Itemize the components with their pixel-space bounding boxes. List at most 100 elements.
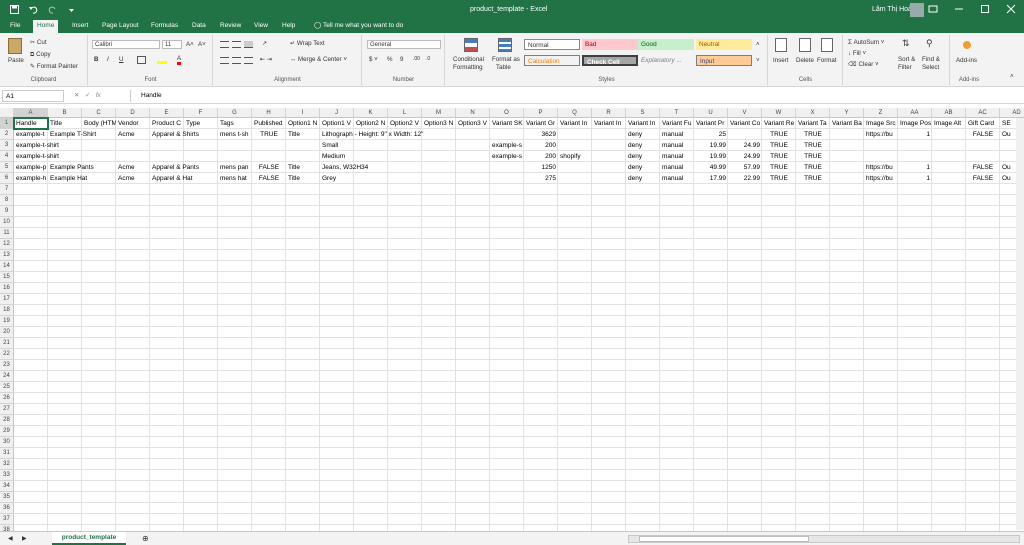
column-header-b[interactable]: B <box>48 108 82 118</box>
next-sheet-icon[interactable]: ▶ <box>22 535 27 542</box>
cell-x3[interactable]: TRUE <box>796 140 830 151</box>
row-header-28[interactable]: 28 <box>0 415 14 426</box>
row-header-16[interactable]: 16 <box>0 283 14 294</box>
cell-o1[interactable]: Variant SK <box>490 118 524 129</box>
cell-j2[interactable]: Lithograph - Height: 9" x Width: 12" <box>320 129 423 140</box>
row-header-32[interactable]: 32 <box>0 459 14 470</box>
style-neutral[interactable]: Neutral <box>696 39 752 50</box>
conditional-formatting-label[interactable]: Formatting <box>453 64 483 71</box>
tab-help[interactable]: Help <box>278 20 299 33</box>
increase-decimal-icon[interactable]: .00 <box>413 56 420 62</box>
column-header-x[interactable]: X <box>796 108 830 118</box>
undo-icon[interactable] <box>29 5 38 14</box>
cell-k1[interactable]: Option2 N <box>354 118 388 129</box>
cell-l1[interactable]: Option2 V <box>388 118 422 129</box>
number-format-dropdown[interactable]: General <box>367 40 441 49</box>
cell-t6[interactable]: manual <box>660 173 694 184</box>
horizontal-scrollbar[interactable] <box>628 535 1020 543</box>
row-header-11[interactable]: 11 <box>0 228 14 239</box>
copy-button[interactable]: ⧉ Copy <box>30 51 51 59</box>
cell-s1[interactable]: Variant In <box>626 118 660 129</box>
cell-x6[interactable]: TRUE <box>796 173 830 184</box>
cell-d6[interactable]: Acme <box>116 173 150 184</box>
row-header-37[interactable]: 37 <box>0 514 14 525</box>
indent-icon[interactable]: ⇤ ⇥ <box>260 56 272 63</box>
row-header-14[interactable]: 14 <box>0 261 14 272</box>
cell-g5[interactable]: mens pan <box>218 162 252 173</box>
cell-v1[interactable]: Variant Co <box>728 118 762 129</box>
cell-y1[interactable]: Variant Ba <box>830 118 864 129</box>
style-explanatory[interactable]: Explanatory ... <box>638 55 694 66</box>
cell-t1[interactable]: Variant Fu <box>660 118 694 129</box>
cell-j5[interactable]: Jeans, W32H34 <box>320 162 368 173</box>
column-header-z[interactable]: Z <box>864 108 898 118</box>
orientation-icon[interactable]: ↗ <box>262 40 267 47</box>
column-header-y[interactable]: Y <box>830 108 864 118</box>
cell-j4[interactable]: Medium <box>320 151 354 162</box>
close-icon[interactable] <box>1006 4 1016 14</box>
style-input[interactable]: Input <box>696 55 752 66</box>
cell-ac1[interactable]: Gift Card <box>966 118 1000 129</box>
cell-r1[interactable]: Variant In <box>592 118 626 129</box>
row-header-10[interactable]: 10 <box>0 217 14 228</box>
row-header-5[interactable]: 5 <box>0 162 14 173</box>
cell-g1[interactable]: Tags <box>218 118 252 129</box>
cell-i1[interactable]: Option1 N <box>286 118 320 129</box>
collapse-ribbon-icon[interactable]: ˄ <box>1010 73 1014 80</box>
clear-button[interactable]: ⌫ Clear ˅ <box>848 61 879 68</box>
cell-j6[interactable]: Grey <box>320 173 354 184</box>
column-header-ad[interactable]: AD <box>1000 108 1024 118</box>
column-header-i[interactable]: I <box>286 108 320 118</box>
find-select-button[interactable]: Find & <box>922 56 940 63</box>
cut-button[interactable]: ✂ Cut <box>30 39 47 46</box>
cell-a5[interactable]: example-p <box>14 162 48 173</box>
cell-g6[interactable]: mens hat <box>218 173 252 184</box>
row-header-20[interactable]: 20 <box>0 327 14 338</box>
row-header-27[interactable]: 27 <box>0 404 14 415</box>
cell-e2[interactable]: Apparel & Shirts <box>150 129 199 140</box>
row-header-2[interactable]: 2 <box>0 129 14 140</box>
sort-filter-icon[interactable]: ⇅ <box>902 38 910 49</box>
cancel-icon[interactable]: ✕ <box>74 92 79 99</box>
comma-icon[interactable]: 9 <box>400 56 403 63</box>
cell-i5[interactable]: Title <box>286 162 320 173</box>
row-header-15[interactable]: 15 <box>0 272 14 283</box>
row-header-17[interactable]: 17 <box>0 294 14 305</box>
find-select-icon[interactable]: ⚲ <box>926 38 933 49</box>
row-header-30[interactable]: 30 <box>0 437 14 448</box>
bold-icon[interactable]: B <box>94 56 98 63</box>
cell-ac5[interactable]: FALSE <box>966 162 1000 173</box>
insert-button[interactable]: Insert <box>773 57 788 64</box>
row-header-31[interactable]: 31 <box>0 448 14 459</box>
cell-h1[interactable]: Published <box>252 118 286 129</box>
column-header-ac[interactable]: AC <box>966 108 1000 118</box>
row-header-9[interactable]: 9 <box>0 206 14 217</box>
horizontal-scroll-thumb[interactable] <box>639 536 809 542</box>
cell-ac2[interactable]: FALSE <box>966 129 1000 140</box>
cell-s6[interactable]: deny <box>626 173 660 184</box>
row-header-35[interactable]: 35 <box>0 492 14 503</box>
format-as-table-button[interactable]: Format as <box>492 56 520 63</box>
sort-filter-label[interactable]: Filter <box>898 64 912 71</box>
cell-u3[interactable]: 19.99 <box>694 140 728 151</box>
cell-z6[interactable]: https://bu <box>864 173 898 184</box>
cell-aa1[interactable]: Image Pos <box>898 118 932 129</box>
cell-u4[interactable]: 19.99 <box>694 151 728 162</box>
cell-q4[interactable]: shopify <box>558 151 592 162</box>
insert-cells-icon[interactable] <box>775 38 787 52</box>
cell-t2[interactable]: manual <box>660 129 694 140</box>
enter-icon[interactable]: ✓ <box>85 92 90 99</box>
row-header-29[interactable]: 29 <box>0 426 14 437</box>
row-header-3[interactable]: 3 <box>0 140 14 151</box>
style-check-cell[interactable]: Check Cell <box>582 55 638 66</box>
cell-i6[interactable]: Title <box>286 173 320 184</box>
cell-t5[interactable]: manual <box>660 162 694 173</box>
cell-w2[interactable]: TRUE <box>762 129 796 140</box>
row-header-18[interactable]: 18 <box>0 305 14 316</box>
cell-a2[interactable]: example-t <box>14 129 48 140</box>
cell-o4[interactable]: example-s <box>490 151 524 162</box>
cell-z1[interactable]: Image Src <box>864 118 898 129</box>
paste-button[interactable]: Paste <box>8 57 24 64</box>
user-name[interactable]: Lâm Thị Hoài <box>872 6 914 13</box>
cell-j3[interactable]: Small <box>320 140 354 151</box>
